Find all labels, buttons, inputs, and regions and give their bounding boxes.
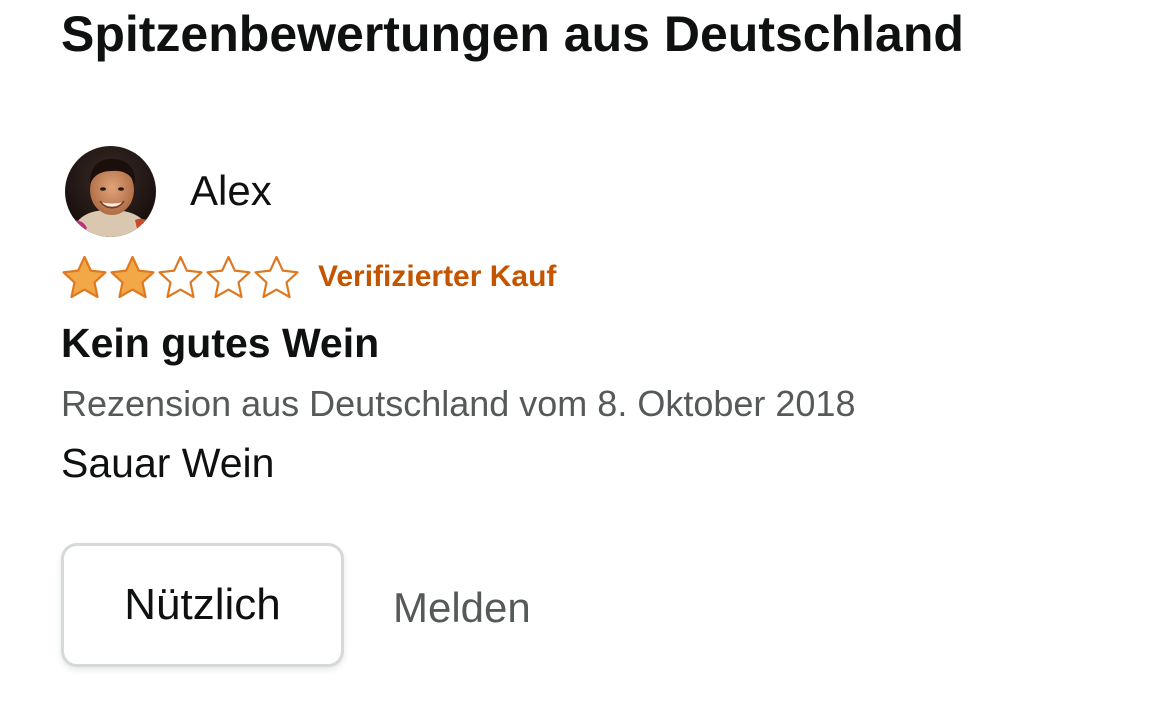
verified-purchase-badge: Verifizierter Kauf (318, 260, 557, 293)
review-date: Rezension aus Deutschland vom 8. Oktober… (61, 383, 856, 424)
avatar-photo (65, 145, 156, 237)
avatar[interactable] (65, 145, 156, 237)
review-author[interactable]: Alex (65, 145, 272, 237)
star-empty-icon (254, 255, 299, 299)
review-actions: Nützlich Melden (61, 543, 531, 667)
helpful-button[interactable]: Nützlich (61, 543, 344, 667)
review-title: Kein gutes Wein (61, 320, 380, 366)
star-filled-icon (110, 255, 155, 299)
rating-row: Verifizierter Kauf (61, 255, 556, 299)
section-title: Spitzenbewertungen aus Deutschland (61, 6, 964, 62)
author-name[interactable]: Alex (190, 166, 272, 216)
star-filled-icon (62, 255, 107, 299)
report-link[interactable]: Melden (393, 582, 531, 634)
star-empty-icon (206, 255, 251, 299)
star-empty-icon (158, 255, 203, 299)
review-body: Sauar Wein (61, 440, 275, 486)
star-rating (61, 255, 300, 299)
